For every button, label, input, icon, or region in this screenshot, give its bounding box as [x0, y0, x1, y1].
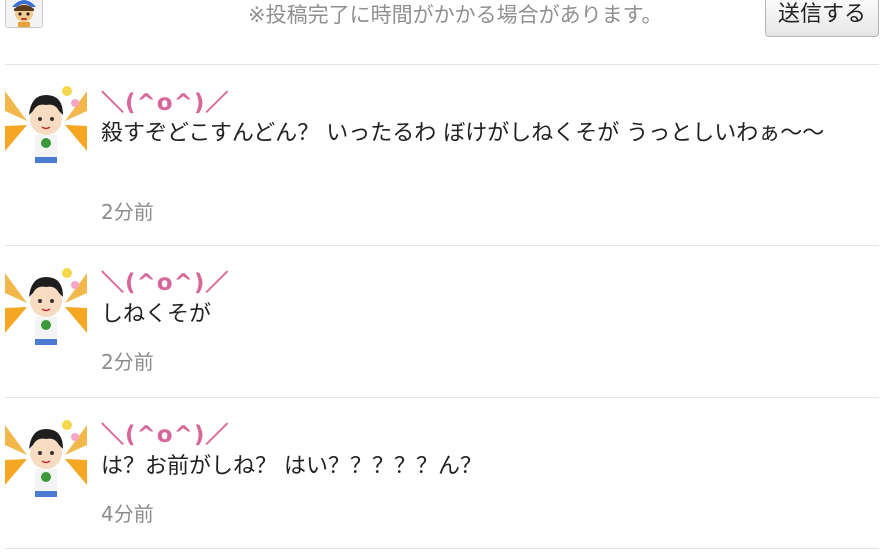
user-avatar-icon[interactable]: [5, 415, 87, 497]
user-avatar-icon[interactable]: [5, 263, 87, 345]
username[interactable]: ＼(^o^)／: [101, 415, 229, 449]
username[interactable]: ＼(^o^)／: [101, 83, 229, 117]
user-avatar-icon[interactable]: [5, 81, 87, 163]
character-stamp-icon: [6, 0, 42, 27]
posting-notice: ※投稿完了に時間がかかる場合があります。: [248, 3, 663, 27]
post-message: しねくそが: [101, 302, 212, 327]
send-button[interactable]: 送信する: [765, 0, 879, 37]
post-time: 4分前: [101, 502, 154, 526]
divider: [5, 397, 879, 398]
divider: [5, 548, 879, 549]
comment-page: ※投稿完了に時間がかかる場合があります。 送信する ＼(^o^)／ 殺すぞどこす…: [0, 0, 894, 553]
comment-toolbar: ※投稿完了に時間がかかる場合があります。 送信する: [0, 0, 894, 64]
post-message: は？お前がしね？ はい？？？？？ん？: [101, 454, 482, 479]
post-time: 2分前: [101, 200, 154, 224]
post-message: 殺すぞどこすんどん？ いったるわ ぼけがしねくそが うっとしいわぁ～～: [101, 121, 825, 146]
divider: [5, 64, 879, 65]
stamp-button[interactable]: [5, 0, 43, 28]
post-time: 2分前: [101, 350, 154, 374]
username[interactable]: ＼(^o^)／: [101, 263, 229, 297]
divider: [5, 245, 879, 246]
